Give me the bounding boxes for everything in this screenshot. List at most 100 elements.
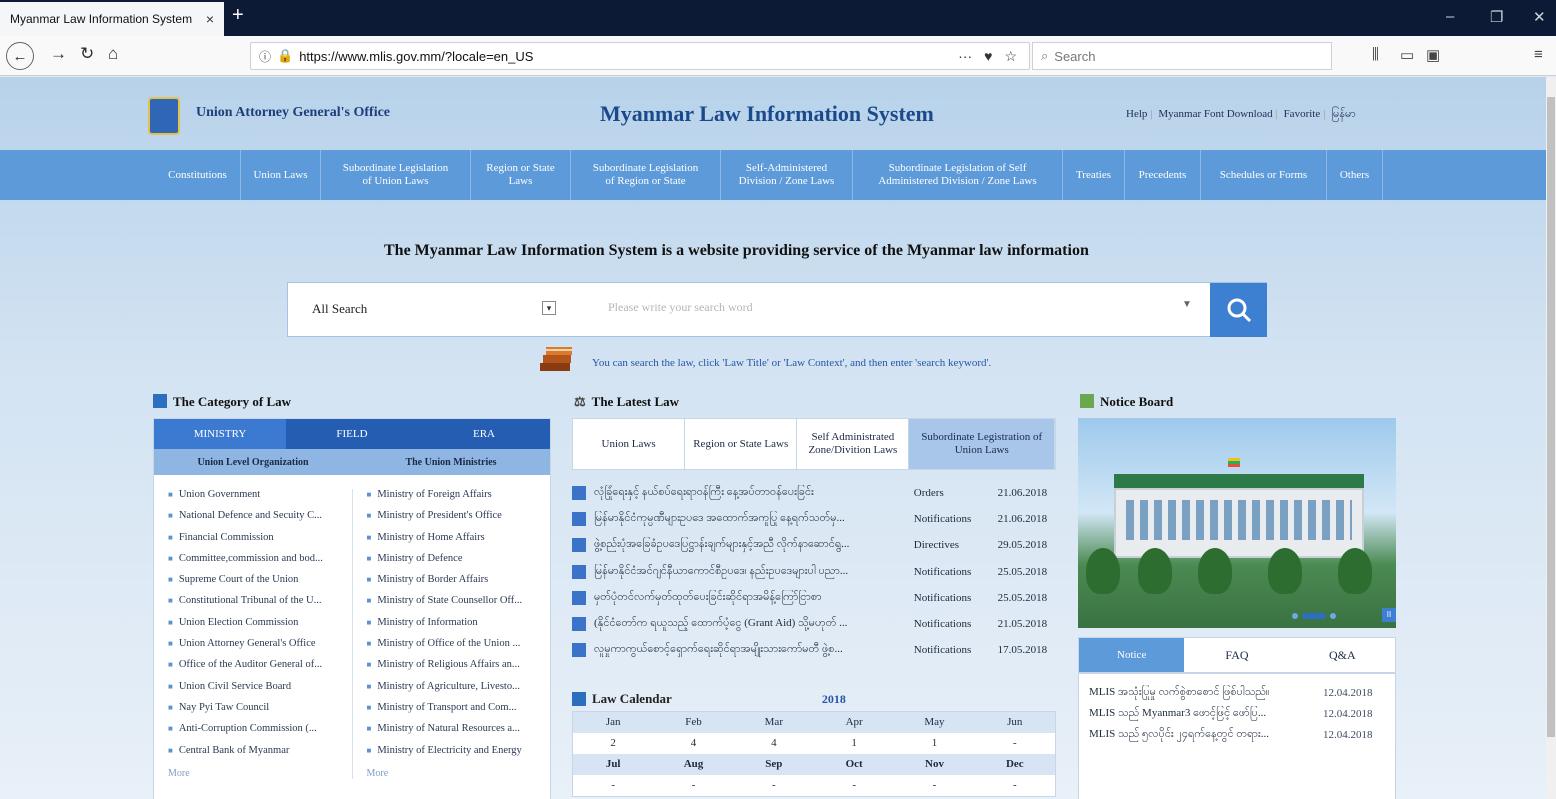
scrollbar-thumb[interactable] bbox=[1547, 97, 1555, 737]
notice-board-photo[interactable] bbox=[1078, 418, 1396, 628]
list-item[interactable]: Ministry of Natural Resources a... bbox=[367, 723, 551, 744]
list-item[interactable]: Ministry of Agriculture, Livesto... bbox=[367, 681, 551, 702]
tab-faq[interactable]: FAQ bbox=[1184, 638, 1290, 672]
menu-schedules-forms[interactable]: Schedules or Forms bbox=[1201, 150, 1327, 200]
calendar-month[interactable]: Jan bbox=[573, 712, 653, 733]
list-item[interactable]: National Defence and Secuity C... bbox=[168, 510, 352, 531]
browser-search-input[interactable]: ⌕ Search bbox=[1032, 42, 1332, 70]
calendar-month[interactable]: Jun bbox=[975, 712, 1055, 733]
calendar-count[interactable]: 1 bbox=[814, 733, 894, 754]
list-item[interactable]: Union Civil Service Board bbox=[168, 681, 352, 702]
calendar-count[interactable]: 2 bbox=[573, 733, 653, 754]
site-title[interactable]: Myanmar Law Information System bbox=[600, 101, 934, 127]
menu-others[interactable]: Others bbox=[1327, 150, 1383, 200]
calendar-month[interactable]: Sep bbox=[734, 754, 814, 775]
page-scrollbar[interactable] bbox=[1546, 77, 1556, 799]
pause-icon[interactable]: II bbox=[1382, 608, 1396, 622]
tab-era[interactable]: ERA bbox=[418, 419, 550, 449]
menu-treaties[interactable]: Treaties bbox=[1063, 150, 1125, 200]
menu-constitutions[interactable]: Constitutions bbox=[155, 150, 241, 200]
list-item[interactable]: Committee,commission and bod... bbox=[168, 553, 352, 574]
list-item[interactable]: Office of the Auditor General of... bbox=[168, 659, 352, 680]
slider-dot[interactable] bbox=[1330, 613, 1336, 619]
close-window-icon[interactable]: ✕ bbox=[1533, 8, 1546, 26]
menu-subordinate-union[interactable]: Subordinate Legislation of Union Laws bbox=[321, 150, 471, 200]
slider-dot[interactable] bbox=[1292, 613, 1298, 619]
list-item[interactable]: Ministry of Information bbox=[367, 617, 551, 638]
search-type-select[interactable]: All Search bbox=[312, 301, 367, 317]
tab-close-icon[interactable]: × bbox=[206, 11, 214, 27]
list-item[interactable]: MLIS သည် ၅လပိုင်း ၂၄ရက်နေ့တွင် တရား... 12… bbox=[1079, 724, 1395, 745]
library-icon[interactable]: ⫼ bbox=[1372, 46, 1379, 63]
list-item[interactable]: Nay Pyi Taw Council bbox=[168, 702, 352, 723]
search-dropdown-icon[interactable]: ▼ bbox=[1182, 299, 1192, 310]
list-item[interactable]: Ministry of Religious Affairs an... bbox=[367, 659, 551, 680]
calendar-month[interactable]: Mar bbox=[734, 712, 814, 733]
pdf-extension-icon[interactable]: ▣ bbox=[1426, 46, 1440, 64]
restore-icon[interactable]: ❐ bbox=[1490, 8, 1503, 26]
calendar-month[interactable]: Dec bbox=[975, 754, 1055, 775]
calendar-month[interactable]: Feb bbox=[653, 712, 733, 733]
ag-office-logo[interactable] bbox=[148, 97, 180, 135]
tab-qa[interactable]: Q&A bbox=[1289, 638, 1395, 672]
table-row[interactable]: မြန်မာနိုင်ငံအင်ဂျင်နီယာကောင်စီဥပဒေ၊ နည်… bbox=[572, 559, 1056, 585]
more-link[interactable]: More bbox=[168, 768, 352, 779]
list-item[interactable]: MLIS သည် Myanmar3 ဖောင့်ဖြင့် ဖော်ပြ... 1… bbox=[1079, 703, 1395, 724]
calendar-month[interactable]: May bbox=[894, 712, 974, 733]
chevron-down-icon[interactable]: ▾ bbox=[542, 301, 556, 315]
list-item[interactable]: Ministry of Office of the Union ... bbox=[367, 638, 551, 659]
table-row[interactable]: မြန်မာနိုင်ငံကုမ္ပဏီများဥပဒေ အထောက်အကူပြ… bbox=[572, 506, 1056, 532]
list-item[interactable]: Union Attorney General's Office bbox=[168, 638, 352, 659]
tab-region-state-laws[interactable]: Region or State Laws bbox=[685, 419, 798, 469]
hamburger-menu-icon[interactable]: ≡ bbox=[1534, 46, 1543, 63]
list-item[interactable]: Ministry of Transport and Com... bbox=[367, 702, 551, 723]
new-tab-button[interactable]: + bbox=[232, 4, 244, 27]
calendar-month[interactable]: Jul bbox=[573, 754, 653, 775]
search-keyword-input[interactable]: Please write your search word bbox=[608, 300, 753, 315]
more-link[interactable]: More bbox=[367, 768, 551, 779]
union-level-org-header[interactable]: Union Level Organization bbox=[154, 449, 352, 475]
calendar-month[interactable]: Nov bbox=[894, 754, 974, 775]
reader-view-icon[interactable]: ▭ bbox=[1400, 46, 1414, 64]
tab-field[interactable]: FIELD bbox=[286, 419, 418, 449]
url-text[interactable]: https://www.mlis.gov.mm/?locale=en_US bbox=[299, 49, 958, 64]
menu-subordinate-self-admin[interactable]: Subordinate Legislation of Self Administ… bbox=[853, 150, 1063, 200]
table-row[interactable]: မှတ်ပုံတင်လက်မှတ်ထုတ်ပေးခြင်းဆိုင်ရာအမိန… bbox=[572, 585, 1056, 611]
address-bar[interactable]: ⓘ 🔒 https://www.mlis.gov.mm/?locale=en_U… bbox=[250, 42, 1030, 70]
search-button[interactable] bbox=[1210, 283, 1267, 337]
list-item[interactable]: Ministry of Defence bbox=[367, 553, 551, 574]
org-name[interactable]: Union Attorney General's Office bbox=[196, 105, 390, 121]
pocket-icon[interactable]: ♥ bbox=[984, 48, 992, 64]
list-item[interactable]: Ministry of State Counsellor Off... bbox=[367, 595, 551, 616]
myanmar-language-link[interactable]: မြန်မာ bbox=[1331, 108, 1356, 120]
list-item[interactable]: MLIS အသုံးပြုမှု လက်စွဲစာစောင် ဖြစ်ပါသည်… bbox=[1079, 682, 1395, 703]
menu-region-state-laws[interactable]: Region or State Laws bbox=[471, 150, 571, 200]
list-item[interactable]: Ministry of President's Office bbox=[367, 510, 551, 531]
tab-ministry[interactable]: MINISTRY bbox=[154, 419, 286, 449]
calendar-count[interactable]: 4 bbox=[653, 733, 733, 754]
table-row[interactable]: လူမှုကာကွယ်စောင့်ရှောက်ရေးဆိုင်ရာအမျိုးသ… bbox=[572, 637, 1056, 663]
tab-self-administrated[interactable]: Self Administrated Zone/Divition Laws bbox=[797, 419, 910, 469]
menu-subordinate-region[interactable]: Subordinate Legislation of Region or Sta… bbox=[571, 150, 721, 200]
browser-tab[interactable]: Myanmar Law Information System × bbox=[0, 2, 224, 36]
list-item[interactable]: Ministry of Electricity and Energy bbox=[367, 745, 551, 766]
back-arrow-icon[interactable]: ← bbox=[6, 42, 34, 70]
help-link[interactable]: Help bbox=[1126, 108, 1147, 120]
menu-self-administered[interactable]: Self-Administered Division / Zone Laws bbox=[721, 150, 853, 200]
forward-arrow-icon[interactable]: → bbox=[50, 44, 67, 64]
home-icon[interactable]: ⌂ bbox=[108, 44, 118, 64]
table-row[interactable]: လုံခြုံရေးနှင့် နယ်စပ်ရေးရာဝန်ကြီး နေ့အပ… bbox=[572, 480, 1056, 506]
list-item[interactable]: Financial Commission bbox=[168, 532, 352, 553]
calendar-year[interactable]: 2018 bbox=[822, 692, 846, 707]
tab-union-laws[interactable]: Union Laws bbox=[573, 419, 686, 469]
list-item[interactable]: Ministry of Home Affairs bbox=[367, 532, 551, 553]
list-item[interactable]: Supreme Court of the Union bbox=[168, 574, 352, 595]
table-row[interactable]: (နိုင်ငံတော်က ရယူသည့် ထောက်ပံ့ငွေ (Grant… bbox=[572, 611, 1056, 637]
favorite-link[interactable]: Favorite bbox=[1284, 108, 1321, 120]
reload-icon[interactable]: ↻ bbox=[80, 44, 94, 64]
list-item[interactable]: Union Government bbox=[168, 489, 352, 510]
menu-union-laws[interactable]: Union Laws bbox=[241, 150, 321, 200]
union-ministries-header[interactable]: The Union Ministries bbox=[352, 449, 550, 475]
calendar-month[interactable]: Aug bbox=[653, 754, 733, 775]
bookmark-star-icon[interactable]: ☆ bbox=[1004, 48, 1017, 65]
